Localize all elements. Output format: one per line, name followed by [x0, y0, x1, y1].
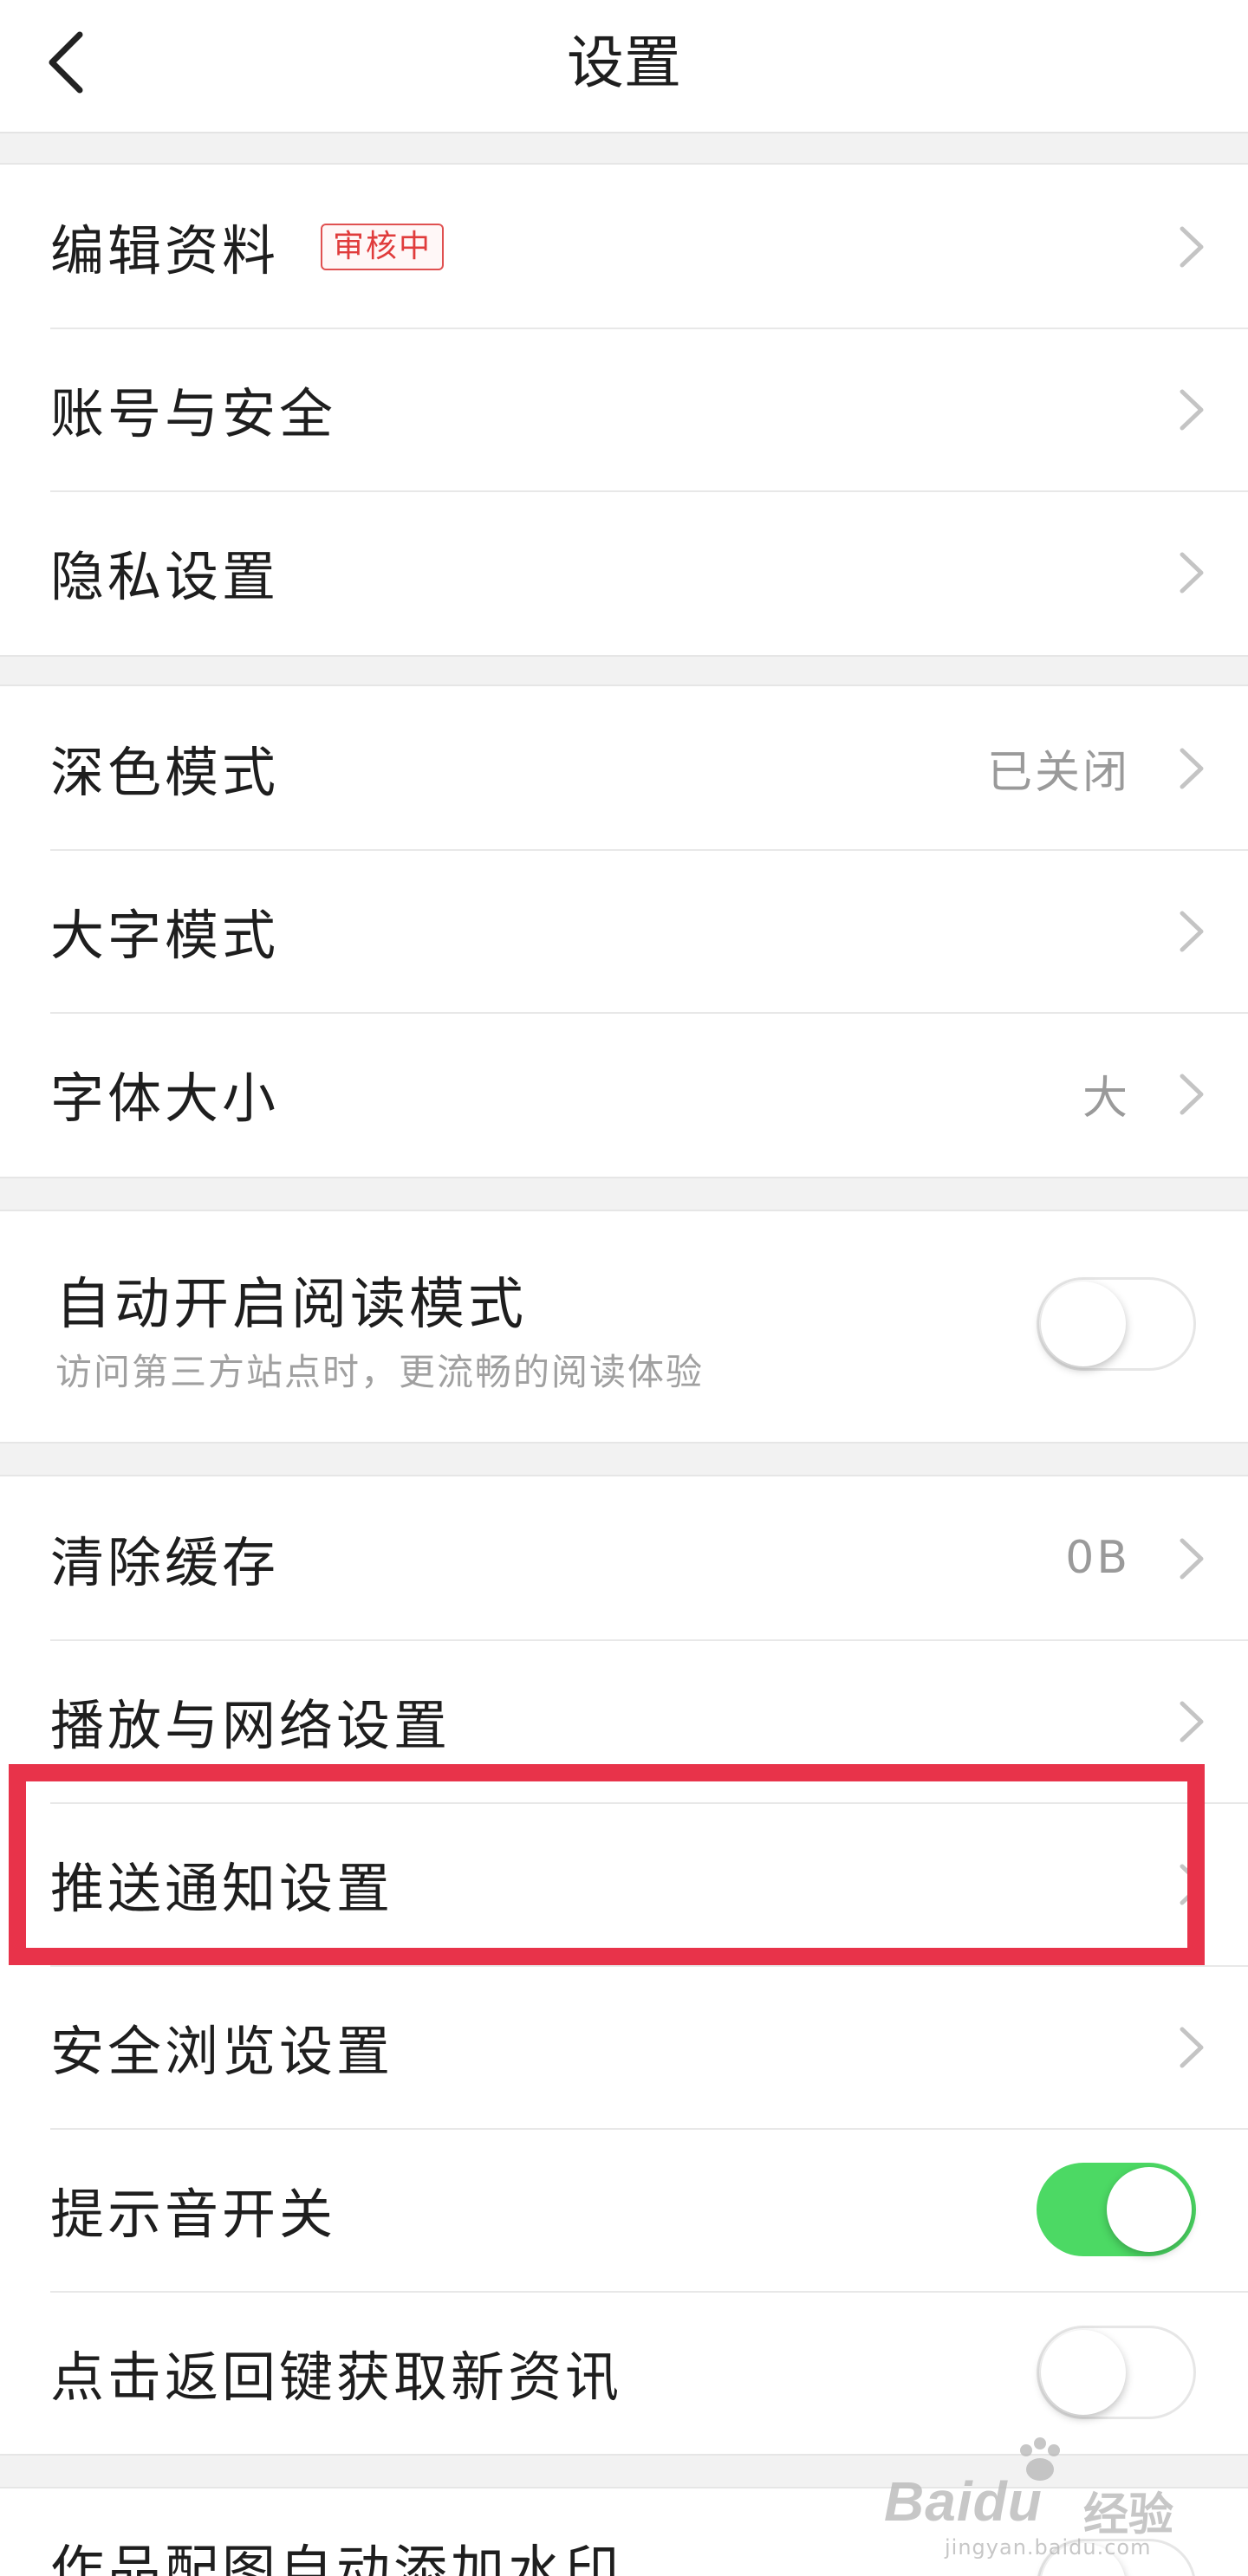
settings-row-large-text-mode[interactable]: 大字模式: [0, 849, 1248, 1012]
settings-row-back-key-refresh: 点击返回键获取新资讯: [0, 2291, 1248, 2454]
row-label: 大字模式: [50, 904, 280, 967]
row-sublabel: 访问第三方站点时，更流畅的阅读体验: [55, 1351, 705, 1393]
toggle-knob: [1041, 2330, 1126, 2415]
row-value: 大: [1082, 1072, 1130, 1125]
profile-group: 编辑资料 审核中 账号与安全 隐私设置: [0, 163, 1248, 657]
row-label: 自动开启阅读模式: [55, 1273, 527, 1337]
chevron-right-icon: [1175, 388, 1210, 431]
chevron-right-icon: [1175, 1863, 1210, 1906]
review-status-badge: 审核中: [321, 224, 445, 270]
baidu-watermark: Baidu 经验 jingyan.baidu.com: [884, 2437, 1196, 2560]
chevron-right-icon: [1175, 551, 1210, 594]
settings-row-auto-reading-mode[interactable]: 自动开启阅读模式 访问第三方站点时，更流畅的阅读体验: [0, 1211, 1248, 1440]
watermark-url: jingyan.baidu.com: [945, 2535, 1152, 2560]
settings-row-edit-profile[interactable]: 编辑资料 审核中: [0, 165, 1248, 328]
reading-mode-group: 自动开启阅读模式 访问第三方站点时，更流畅的阅读体验: [0, 1210, 1248, 1444]
row-label: 作品配图自动添加水印: [50, 2539, 623, 2576]
chevron-right-icon: [1175, 1537, 1210, 1580]
row-label: 推送通知设置: [50, 1857, 394, 1920]
row-label: 账号与安全: [50, 382, 337, 445]
settings-row-playback-network[interactable]: 播放与网络设置: [0, 1639, 1248, 1802]
sound-toggle[interactable]: [1037, 2163, 1196, 2256]
chevron-right-icon: [1175, 1073, 1210, 1116]
settings-row-privacy[interactable]: 隐私设置: [0, 490, 1248, 653]
page-title: 设置: [567, 29, 681, 96]
row-label: 提示音开关: [50, 2183, 337, 2246]
chevron-right-icon: [1175, 2026, 1210, 2069]
watermark-brand: Baidu: [884, 2470, 1043, 2533]
row-value: 0B: [1065, 1532, 1130, 1584]
settings-row-font-size[interactable]: 字体大小 大: [0, 1012, 1248, 1175]
toggle-knob: [1107, 2167, 1192, 2252]
settings-row-account-security[interactable]: 账号与安全: [0, 328, 1248, 490]
back-key-refresh-toggle[interactable]: [1037, 2326, 1196, 2419]
general-group: 清除缓存 0B 播放与网络设置 推送通知设置 安全浏览设置 提示音开关 点击返回…: [0, 1475, 1248, 2456]
settings-row-clear-cache[interactable]: 清除缓存 0B: [0, 1476, 1248, 1639]
auto-reading-mode-toggle[interactable]: [1037, 1277, 1196, 1371]
row-label: 播放与网络设置: [50, 1694, 452, 1757]
row-label: 隐私设置: [50, 545, 280, 608]
settings-row-dark-mode[interactable]: 深色模式 已关闭: [0, 686, 1248, 849]
row-label: 字体大小: [50, 1067, 280, 1130]
chevron-right-icon: [1175, 910, 1210, 953]
settings-row-safe-browsing[interactable]: 安全浏览设置: [0, 1965, 1248, 2128]
nav-bar: 设置: [0, 0, 1248, 133]
row-label: 安全浏览设置: [50, 2020, 394, 2083]
watermark-cn: 经验: [1083, 2489, 1174, 2541]
settings-row-sound-toggle: 提示音开关: [0, 2128, 1248, 2291]
row-label: 点击返回键获取新资讯: [50, 2346, 623, 2409]
row-label: 编辑资料: [50, 219, 280, 282]
row-value: 已关闭: [986, 746, 1130, 799]
row-label: 深色模式: [50, 741, 280, 804]
chevron-right-icon: [1175, 225, 1210, 269]
chevron-right-icon: [1175, 1700, 1210, 1743]
row-label: 清除缓存: [50, 1531, 280, 1594]
settings-row-push-notifications[interactable]: 推送通知设置: [0, 1802, 1248, 1965]
chevron-right-icon: [1175, 747, 1210, 790]
toggle-knob: [1041, 1282, 1126, 1366]
display-group: 深色模式 已关闭 大字模式 字体大小 大: [0, 685, 1248, 1178]
